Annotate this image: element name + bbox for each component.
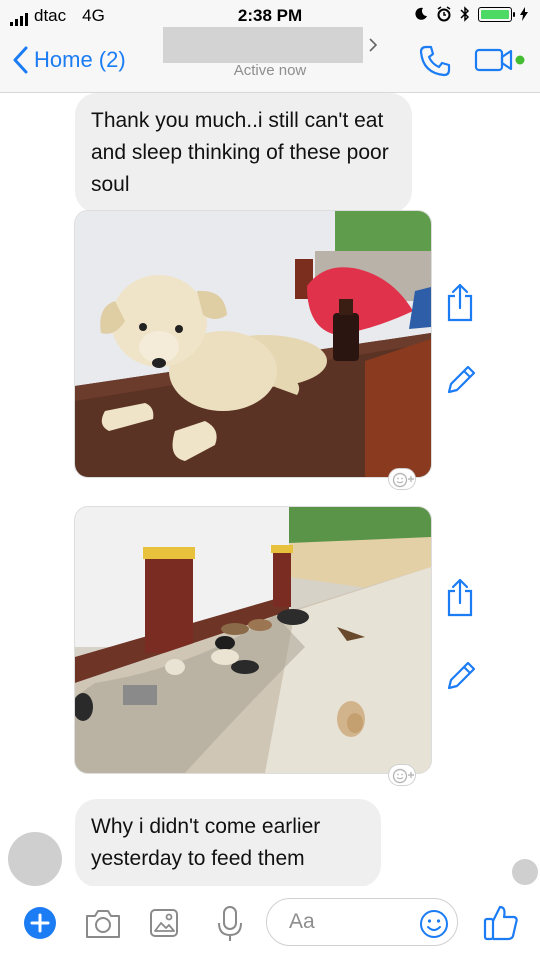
add-reaction-icon[interactable] [388,764,416,786]
plus-icon [30,913,50,933]
alarm-icon [437,6,451,22]
thumbs-up-icon[interactable] [482,902,520,942]
avatar[interactable] [8,832,62,886]
message-input[interactable] [287,909,411,935]
microphone-icon[interactable] [216,904,244,944]
contact-name-redacted[interactable] [163,27,363,63]
conversation-header: Home (2) Active now [0,27,540,93]
bluetooth-icon [460,6,470,22]
emoji-icon[interactable] [418,908,450,940]
battery-icon [478,6,515,22]
message-composer [0,886,540,960]
message-bubble[interactable]: Thank you much..i still can't eat and sl… [75,93,412,213]
gallery-icon[interactable] [148,907,180,939]
add-reaction-icon[interactable] [388,468,416,490]
read-receipt-avatar [512,859,538,885]
active-status: Active now [233,62,307,79]
puppy-photo-image [75,211,431,477]
message-photo-dogs[interactable] [74,506,432,774]
share-icon[interactable] [445,282,475,322]
status-icons [414,6,528,22]
message-photo-puppy[interactable] [74,210,432,478]
dogs-photo-image [75,507,431,773]
charging-icon [520,7,528,21]
edit-icon[interactable] [444,363,478,397]
camera-icon[interactable] [84,906,122,940]
moon-icon [415,7,427,20]
message-text: Why i didn't come earlier yesterday to f… [91,815,321,870]
message-bubble[interactable]: Why i didn't come earlier yesterday to f… [75,799,381,887]
phone-icon[interactable] [418,44,452,78]
share-icon[interactable] [445,577,475,617]
chevron-right-icon[interactable] [368,38,378,57]
edit-icon[interactable] [444,659,478,693]
video-camera-icon[interactable] [474,46,528,74]
plus-button[interactable] [24,907,56,939]
message-text: Thank you much..i still can't eat and sl… [91,109,389,196]
